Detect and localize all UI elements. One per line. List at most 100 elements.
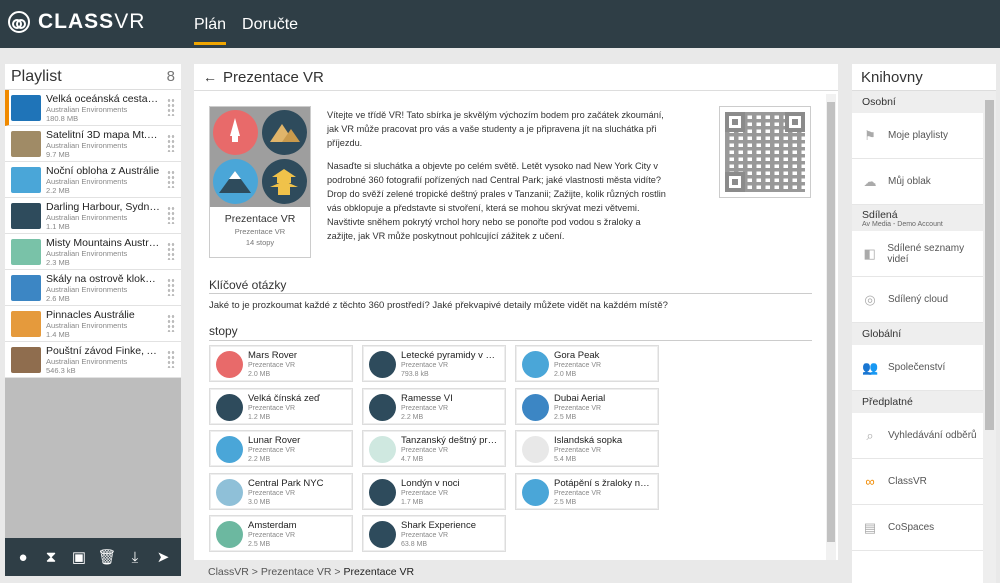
playlist-item-thumbnail (11, 202, 41, 229)
track-card[interactable]: Tanzanský deštný pral... Prezentace VR 4.7… (362, 430, 506, 467)
playlist-item-title: Skály na ostrově klokanů (46, 272, 160, 285)
description-paragraph-2: Nasaďte si sluchátka a objevte po celém … (327, 161, 666, 241)
send-icon[interactable]: ➤ (152, 548, 174, 566)
track-collection: Prezentace VR (248, 404, 296, 412)
section-global: Globální (852, 323, 996, 345)
drag-handle-icon[interactable] (167, 350, 175, 368)
track-title: Ramesse VI (401, 392, 453, 404)
user-icon[interactable]: ● (12, 549, 34, 566)
pyramids-icon (262, 110, 307, 155)
libraries-scrollbar[interactable] (983, 92, 996, 583)
track-size: 2.2 MB (248, 456, 271, 463)
library-classvr[interactable]: ∞ ClassVR (852, 459, 984, 505)
track-card[interactable]: Lunar Rover Prezentace VR 2.2 MB (209, 430, 353, 467)
track-card[interactable]: Amsterdam Prezentace VR 2.5 MB (209, 515, 353, 552)
track-title: Gora Peak (554, 350, 600, 361)
delete-icon[interactable]: 🗑 (96, 548, 118, 566)
playlist-item-size: 1.4 MB (46, 329, 70, 339)
drag-handle-icon[interactable] (167, 134, 175, 152)
drag-handle-icon[interactable] (167, 242, 175, 260)
playlist-item[interactable]: Pinnacles Austrálie Australian Environmen… (5, 306, 181, 342)
playlist-item[interactable]: Noční obloha z Austrálie Australian Envir… (5, 162, 181, 198)
card-subtitle: Prezentace VR (234, 227, 286, 236)
breadcrumb: ClassVR > Prezentace VR > Prezentace VR (208, 566, 415, 578)
track-collection: Prezentace VR (248, 447, 296, 454)
playlist-toolbar: ● ⧗ ▣ 🗑 ⤓ ➤ (5, 538, 181, 576)
track-size: 2.5 MB (554, 498, 577, 506)
shared-cloud-icon: ◎ (864, 291, 876, 307)
track-card[interactable]: Gora Peak Prezentace VR 2.0 MB (515, 345, 659, 382)
mountain-icon (213, 159, 258, 204)
track-size: 1.7 MB (401, 498, 424, 506)
breadcrumb-item-classvr[interactable]: ClassVR (208, 566, 249, 578)
main-panel: ← Prezentace VR Prezentace VR Prezentace… (194, 64, 838, 560)
playlist-item-size: 1.1 MB (46, 221, 70, 231)
playlist-item[interactable]: Darling Harbour, Sydney Australian Enviro… (5, 198, 181, 234)
shared-playlist-icon: ◧ (863, 245, 876, 261)
track-collection: Prezentace VR (554, 489, 602, 497)
qr-code[interactable] (719, 106, 811, 198)
library-shared-playlists[interactable]: ◧ Sdílené seznamy videí (852, 231, 984, 277)
cospaces-icon: ▤ (863, 519, 877, 535)
library-search-subscriptions[interactable]: ⌕ Vyhledávání odběrů (852, 413, 984, 459)
drag-handle-icon[interactable] (167, 98, 175, 116)
hourglass-icon[interactable]: ⧗ (40, 549, 62, 566)
track-thumbnail (522, 351, 549, 378)
drag-handle-icon[interactable] (167, 206, 175, 224)
playlist-item-thumbnail (11, 166, 41, 193)
playlist-item-source: Australian Environments (46, 176, 128, 186)
track-card[interactable]: Letecké pyramidy v Gí... Prezentace VR 793… (362, 345, 506, 382)
main-scrollbar[interactable] (826, 94, 836, 560)
track-card[interactable]: Ramesse VI Prezentace VR 2.2 MB (362, 387, 506, 425)
library-community[interactable]: 👥 Společenství (852, 345, 984, 391)
playlist-list: Velká oceánská cesta, Vic...Australian E… (5, 90, 181, 378)
library-shared-cloud[interactable]: ◎ Sdílený cloud (852, 277, 984, 323)
playlist-item-size: 2.2 MB (46, 185, 70, 195)
section-personal: Osobní (852, 91, 996, 113)
track-card[interactable]: Central Park NYC Prezentace VR 3.0 MB (209, 472, 353, 510)
playlist-item[interactable]: Skály na ostrově klokanů Australian Envir… (5, 270, 181, 306)
library-cospaces[interactable]: ▤ CoSpaces (852, 505, 984, 551)
drag-handle-icon[interactable] (167, 170, 175, 188)
download-icon[interactable]: ⤓ (124, 549, 146, 566)
playlist-item[interactable]: Velká oceánská cesta, Vic...Australian E… (5, 90, 181, 126)
library-my-playlists[interactable]: ⚑ Moje playlisty (852, 113, 984, 159)
library-my-cloud[interactable]: ☁ Můj oblak (852, 159, 984, 205)
drag-handle-icon[interactable] (167, 314, 175, 332)
playlist-count: 8 (166, 68, 175, 85)
track-size: 2.5 MB (248, 541, 271, 548)
save-icon[interactable]: ▣ (68, 548, 90, 566)
playlist-item[interactable]: Satelitní 3D mapa Mt. Ko... Australian En… (5, 126, 181, 162)
nav-tab-deliver[interactable]: Doručte (242, 16, 298, 45)
track-card[interactable]: Shark Experience Prezentace VR 63.8 MB (362, 515, 506, 552)
track-collection: Prezentace VR (401, 404, 449, 412)
track-title: Velká čínská zeď (248, 392, 320, 404)
key-questions-heading: Klíčové otázky (209, 278, 287, 292)
track-card[interactable]: Dubai Aerial Prezentace VR 2.5 MB (515, 387, 659, 425)
classvr-logo[interactable]: CLASSVR (8, 10, 145, 34)
track-card[interactable]: Mars Rover Prezentace VR 2.0 MB (209, 345, 353, 382)
track-size: 793.8 kB (401, 371, 429, 378)
playlist-card[interactable]: Prezentace VR Prezentace VR 14 stopy (209, 106, 311, 258)
playlist-item-thumbnail (11, 346, 41, 373)
playlist-item[interactable]: Pouštní závod Finke, Aust...Australian E… (5, 342, 181, 378)
track-card[interactable]: Potápění s žraloky na ... Prezentace VR 2.… (515, 472, 659, 510)
playlist-item-title: Noční obloha z Austrálie (46, 164, 160, 177)
breadcrumb-item-collection[interactable]: Prezentace VR (261, 566, 332, 578)
track-thumbnail (369, 351, 396, 378)
nav-tab-plan[interactable]: Plán (194, 16, 227, 45)
playlist-item[interactable]: Misty Mountains Austrálie Australian Envi… (5, 234, 181, 270)
playlist-title: Playlist (11, 67, 62, 85)
track-title: Amsterdam (248, 520, 297, 531)
back-arrow-icon[interactable]: ← (203, 69, 217, 85)
track-title: Letecké pyramidy v Gí... (401, 350, 501, 361)
playlist-item-size: 9.7 MB (46, 149, 70, 159)
track-card[interactable]: Velká čínská zeď Prezentace VR 1.2 MB (209, 387, 353, 425)
playlist-item-size: 180.8 MB (46, 113, 79, 123)
playlist-item-size: 546.3 kB (46, 365, 76, 375)
track-card[interactable]: Islandská sopka Prezentace VR 5.4 MB (515, 430, 659, 467)
track-title: Islandská sopka (554, 435, 623, 446)
track-card[interactable]: Londýn v noci Prezentace VR 1.7 MB (362, 472, 506, 510)
playlist-item-title: Satelitní 3D mapa Mt. Ko... (46, 128, 160, 141)
drag-handle-icon[interactable] (167, 278, 175, 296)
